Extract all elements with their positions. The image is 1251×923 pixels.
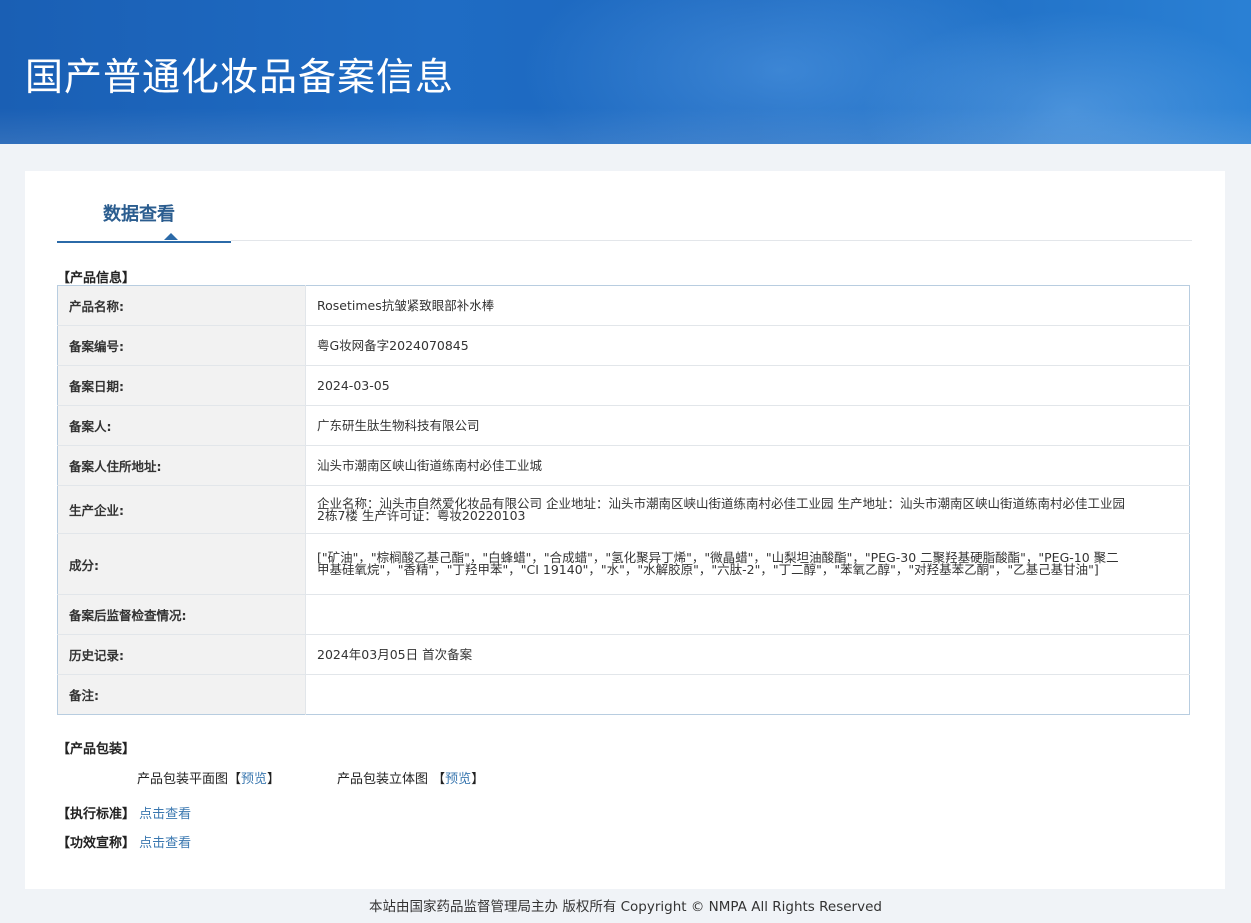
bracket-close: 】 <box>471 772 485 787</box>
page-banner: 国产普通化妆品备案信息 <box>0 0 1251 144</box>
section-title-efficacy: 【功效宣称】 <box>57 836 136 851</box>
section-title-standard: 【执行标准】 <box>57 807 136 822</box>
efficacy-row: 【功效宣称】 点击查看 <box>57 832 191 851</box>
row-value <box>305 594 1190 635</box>
packaging-solid: 产品包装立体图 【预览】 <box>337 768 484 787</box>
table-row: 备注: <box>57 674 1190 715</box>
packaging-flat-preview-link[interactable]: 预览 <box>241 772 267 787</box>
page-footer: 本站由国家药品监督管理局主办 版权所有 Copyright © NMPA All… <box>369 899 882 915</box>
row-label: 成分: <box>57 533 306 595</box>
packaging-flat-label: 产品包装平面图 <box>137 772 229 787</box>
table-row: 备案后监督检查情况: <box>57 594 1190 635</box>
table-row: 备案编号: 粤G妆网备字2024070845 <box>57 325 1190 366</box>
standard-view-link[interactable]: 点击查看 <box>139 807 191 822</box>
bracket-close: 】 <box>267 772 281 787</box>
bracket-open: 【 <box>432 772 446 787</box>
bracket-open: 【 <box>228 772 242 787</box>
row-label: 备案人住所地址: <box>57 445 306 486</box>
content-card: 数据查看 【产品信息】 产品名称: Rosetimes抗皱紧致眼部补水棒 备案编… <box>25 171 1225 889</box>
table-row: 备案人住所地址: 汕头市潮南区峡山街道练南村必佳工业城 <box>57 445 1190 486</box>
tab-caret-icon <box>164 233 178 240</box>
banner-band <box>0 108 1251 144</box>
packaging-solid-preview-link[interactable]: 预览 <box>445 772 471 787</box>
row-value: 粤G妆网备字2024070845 <box>305 325 1190 366</box>
product-info-table: 产品名称: Rosetimes抗皱紧致眼部补水棒 备案编号: 粤G妆网备字202… <box>57 285 1190 715</box>
row-label: 产品名称: <box>57 285 306 326</box>
table-row: 备案日期: 2024-03-05 <box>57 365 1190 406</box>
table-row: 历史记录: 2024年03月05日 首次备案 <box>57 634 1190 675</box>
standard-row: 【执行标准】 点击查看 <box>57 803 191 822</box>
row-value: 广东研生肽生物科技有限公司 <box>305 405 1190 446</box>
table-row: 产品名称: Rosetimes抗皱紧致眼部补水棒 <box>57 285 1190 326</box>
row-label: 历史记录: <box>57 634 306 675</box>
row-value: ["矿油"，"棕榈酸乙基己酯"，"白蜂蜡"，"合成蜡"，"氢化聚异丁烯"，"微晶… <box>305 533 1190 595</box>
row-label: 备注: <box>57 674 306 715</box>
tab-divider <box>231 240 1192 241</box>
row-label: 生产企业: <box>57 485 306 534</box>
row-label: 备案后监督检查情况: <box>57 594 306 635</box>
efficacy-view-link[interactable]: 点击查看 <box>139 836 191 851</box>
row-value: 2024-03-05 <box>305 365 1190 406</box>
row-value: 汕头市潮南区峡山街道练南村必佳工业城 <box>305 445 1190 486</box>
page-title: 国产普通化妆品备案信息 <box>25 55 455 99</box>
packaging-solid-label: 产品包装立体图 <box>337 772 429 787</box>
section-title-product-info: 【产品信息】 <box>57 271 136 286</box>
row-value: 2024年03月05日 首次备案 <box>305 634 1190 675</box>
row-value: Rosetimes抗皱紧致眼部补水棒 <box>305 285 1190 326</box>
table-row: 备案人: 广东研生肽生物科技有限公司 <box>57 405 1190 446</box>
table-row: 生产企业: 企业名称：汕头市自然爱化妆品有限公司 企业地址：汕头市潮南区峡山街道… <box>57 485 1190 534</box>
row-label: 备案编号: <box>57 325 306 366</box>
tab-data-view[interactable]: 数据查看 <box>57 171 231 243</box>
row-label: 备案日期: <box>57 365 306 406</box>
section-title-packaging: 【产品包装】 <box>57 742 136 757</box>
table-row: 成分: ["矿油"，"棕榈酸乙基己酯"，"白蜂蜡"，"合成蜡"，"氢化聚异丁烯"… <box>57 533 1190 595</box>
packaging-flat: 产品包装平面图【预览】 <box>137 768 280 787</box>
tab-label: 数据查看 <box>103 204 175 225</box>
row-value: 企业名称：汕头市自然爱化妆品有限公司 企业地址：汕头市潮南区峡山街道练南村必佳工… <box>305 485 1190 534</box>
row-label: 备案人: <box>57 405 306 446</box>
row-value <box>306 675 1190 715</box>
